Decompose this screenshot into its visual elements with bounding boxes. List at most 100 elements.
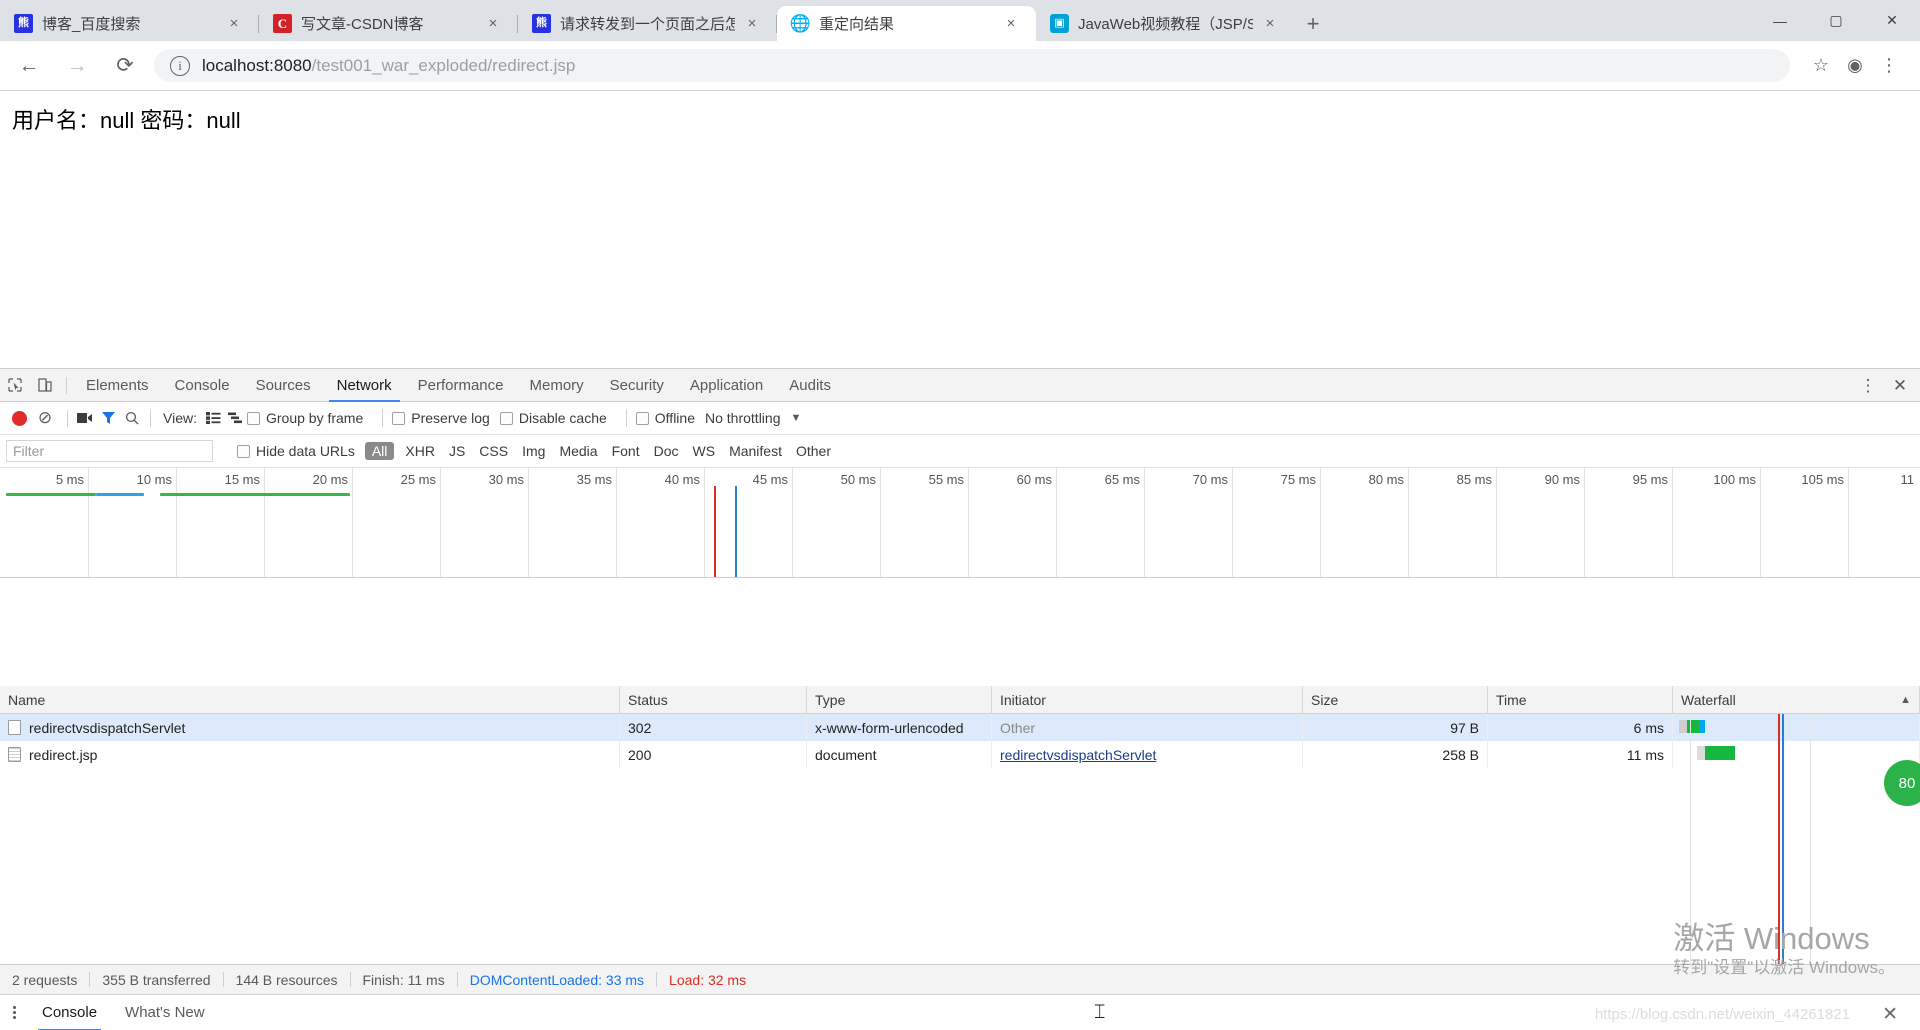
throttling-value[interactable]: No throttling <box>705 410 780 426</box>
address-bar[interactable]: i localhost:8080/test001_war_exploded/re… <box>154 49 1790 82</box>
csdn-watermark-url: https://blog.csdn.net/weixin_44261821 <box>1594 1006 1850 1023</box>
forward-icon[interactable]: → <box>58 47 96 85</box>
tab-close-icon[interactable]: × <box>221 11 247 37</box>
resource-type-icon <box>8 720 21 735</box>
overview-tick-label: 105 ms <box>1801 472 1844 487</box>
column-header-status[interactable]: Status <box>620 685 807 714</box>
devtools-tab-audits[interactable]: Audits <box>776 369 844 402</box>
filter-type-other[interactable]: Other <box>789 443 838 459</box>
disable-cache-checkbox[interactable]: Disable cache <box>499 410 607 426</box>
initiator-link[interactable]: redirectvsdispatchServlet <box>1000 747 1156 763</box>
chevron-down-icon[interactable]: ▼ <box>790 412 801 424</box>
column-header-size[interactable]: Size <box>1303 685 1488 714</box>
browser-tab-3[interactable]: 熊 请求转发到一个页面之后怎样调用 × <box>518 6 777 41</box>
status-dom-content-loaded: DOMContentLoaded: 33 ms <box>469 971 645 988</box>
browser-tab-2[interactable]: C 写文章-CSDN博客 × <box>259 6 518 41</box>
cell-name[interactable]: redirectvsdispatchServlet <box>0 714 620 741</box>
devtools-tab-performance[interactable]: Performance <box>405 369 517 402</box>
devtools-close-icon[interactable]: ✕ <box>1884 369 1916 402</box>
drawer-menu-icon[interactable] <box>0 1006 28 1019</box>
filter-type-css[interactable]: CSS <box>472 443 515 459</box>
devtools-tab-security[interactable]: Security <box>597 369 677 402</box>
cell-initiator: Other <box>992 714 1303 741</box>
overview-tick-label: 30 ms <box>488 472 524 487</box>
cell-time: 6 ms <box>1488 714 1673 741</box>
filter-type-ws[interactable]: WS <box>686 443 723 459</box>
preserve-log-label: Preserve log <box>411 410 490 426</box>
column-header-waterfall[interactable]: Waterfall ▲ <box>1673 685 1920 714</box>
toolbar-actions: ☆ ◉ ⋮ <box>1804 49 1920 83</box>
drawer-tab-whats-new[interactable]: What's New <box>111 995 219 1030</box>
cell-name[interactable]: redirect.jsp <box>0 741 620 768</box>
devtools-tab-elements[interactable]: Elements <box>73 369 162 402</box>
filter-type-doc[interactable]: Doc <box>647 443 686 459</box>
table-header-row: Name Status Type Initiator Size Time Wat… <box>0 685 1920 714</box>
minimize-icon[interactable]: — <box>1752 0 1808 41</box>
column-header-initiator[interactable]: Initiator <box>992 685 1303 714</box>
inspect-element-icon[interactable] <box>0 370 30 400</box>
globe-favicon: 🌐 <box>789 14 812 33</box>
drawer-tab-console[interactable]: Console <box>28 995 111 1030</box>
filter-funnel-icon[interactable] <box>96 408 120 428</box>
clear-icon[interactable]: ⊘ <box>35 408 55 428</box>
devtools-more-icon[interactable]: ⋮ <box>1852 369 1884 402</box>
record-button-icon[interactable] <box>12 410 27 426</box>
chrome-menu-icon[interactable]: ⋮ <box>1872 49 1906 83</box>
window-close-icon[interactable]: ✕ <box>1864 0 1920 41</box>
view-list-icon[interactable] <box>203 408 225 428</box>
column-header-type[interactable]: Type <box>807 685 992 714</box>
group-by-frame-checkbox[interactable]: Group by frame <box>246 410 363 426</box>
hide-data-urls-label: Hide data URLs <box>256 443 355 459</box>
table-row[interactable]: redirectvsdispatchServlet 302 x-www-form… <box>0 714 1920 741</box>
devtools-tab-sources[interactable]: Sources <box>243 369 324 402</box>
devtools-tab-network[interactable]: Network <box>324 369 405 402</box>
device-toolbar-icon[interactable] <box>30 370 60 400</box>
browser-tab-1[interactable]: 熊 博客_百度搜索 × <box>0 6 259 41</box>
table-row[interactable]: redirect.jsp 200 document redirectvsdisp… <box>0 741 1920 768</box>
overview-tick-label: 55 ms <box>928 472 964 487</box>
column-header-name[interactable]: Name <box>0 685 620 714</box>
devtools-tab-memory[interactable]: Memory <box>517 369 597 402</box>
view-waterfall-icon[interactable] <box>225 408 247 428</box>
overview-tick-label: 65 ms <box>1104 472 1140 487</box>
filter-type-img[interactable]: Img <box>515 443 552 459</box>
filter-type-xhr[interactable]: XHR <box>398 443 442 459</box>
load-event-line <box>714 486 716 577</box>
tab-close-icon[interactable]: × <box>739 11 765 37</box>
hide-data-urls-checkbox[interactable]: Hide data URLs <box>237 443 355 459</box>
filter-type-font[interactable]: Font <box>605 443 647 459</box>
capture-screenshots-icon[interactable] <box>74 408 96 428</box>
overview-tick-label: 20 ms <box>312 472 348 487</box>
filter-input[interactable]: Filter <box>6 440 213 462</box>
browser-tab-5[interactable]: ▣ JavaWeb视频教程（JSP/Servlet × <box>1036 6 1295 41</box>
maximize-icon[interactable]: ▢ <box>1808 0 1864 41</box>
filter-type-manifest[interactable]: Manifest <box>722 443 789 459</box>
tab-close-icon[interactable]: × <box>1257 11 1283 37</box>
cell-initiator[interactable]: redirectvsdispatchServlet <box>992 741 1303 768</box>
column-header-time[interactable]: Time <box>1488 685 1673 714</box>
tab-close-icon[interactable]: × <box>480 11 506 37</box>
checkbox-box <box>499 411 513 425</box>
url-text: localhost:8080/test001_war_exploded/redi… <box>202 56 575 76</box>
search-icon[interactable] <box>120 408 144 428</box>
reload-icon[interactable]: ⟳ <box>106 47 144 85</box>
offline-checkbox[interactable]: Offline <box>635 410 695 426</box>
bookmark-star-icon[interactable]: ☆ <box>1804 49 1838 83</box>
filter-type-all[interactable]: All <box>364 442 395 460</box>
devtools-tab-console[interactable]: Console <box>162 369 243 402</box>
offline-label: Offline <box>654 410 695 426</box>
profile-avatar-icon[interactable]: ◉ <box>1838 49 1872 83</box>
sort-ascending-icon[interactable]: ▲ <box>1900 694 1911 706</box>
site-info-icon[interactable]: i <box>170 55 190 76</box>
new-tab-button[interactable]: + <box>1295 7 1331 41</box>
browser-tab-4-active[interactable]: 🌐 重定向结果 × <box>777 6 1036 41</box>
tab-close-icon[interactable]: × <box>998 11 1024 37</box>
filter-type-js[interactable]: JS <box>442 443 472 459</box>
devtools-tab-application[interactable]: Application <box>677 369 776 402</box>
filter-type-media[interactable]: Media <box>552 443 604 459</box>
network-overview-timeline[interactable]: 5 ms 10 ms 15 ms 20 ms 25 ms 30 ms 35 ms… <box>0 468 1920 578</box>
back-icon[interactable]: ← <box>10 47 48 85</box>
preserve-log-checkbox[interactable]: Preserve log <box>392 410 490 426</box>
close-icon[interactable]: ✕ <box>1882 1003 1898 1026</box>
bilibili-favicon: ▣ <box>1050 14 1069 33</box>
